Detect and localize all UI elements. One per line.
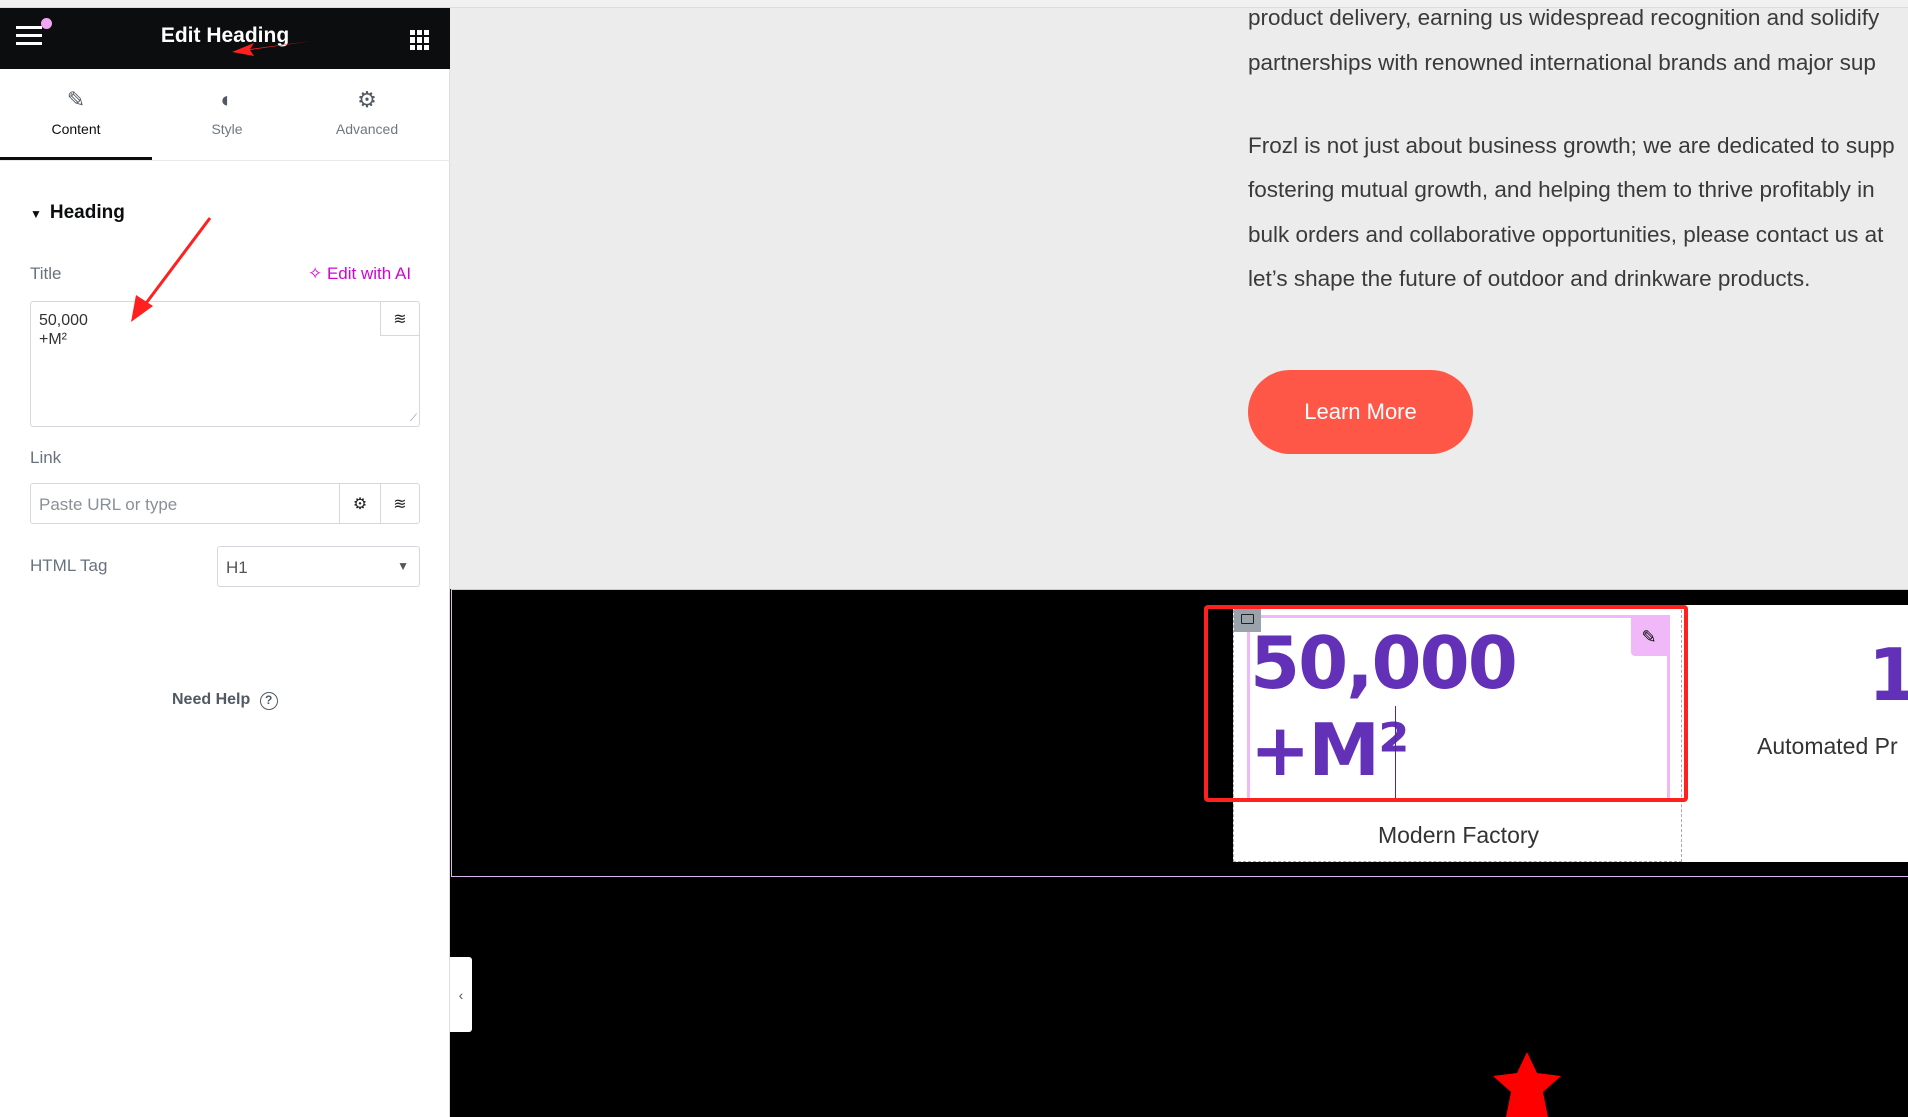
annotation-arrow [232, 41, 312, 56]
annotation-arrow [139, 217, 212, 311]
annotation-overlay [131, 41, 1561, 1117]
star-icon [1493, 1052, 1561, 1117]
